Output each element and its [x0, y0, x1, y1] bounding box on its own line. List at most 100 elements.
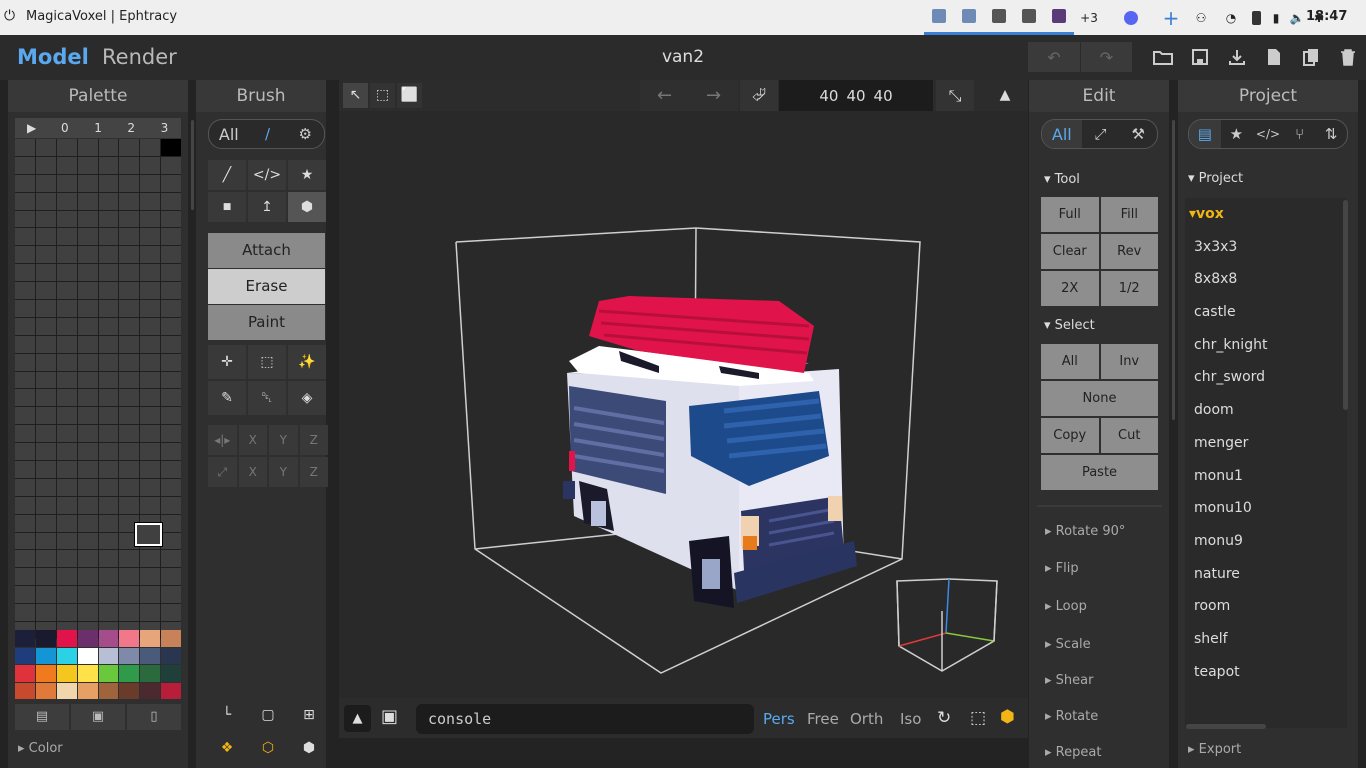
half-button[interactable]: 1/2 — [1100, 271, 1158, 306]
palette-cell[interactable] — [161, 478, 181, 496]
new-file-icon[interactable] — [1255, 42, 1292, 72]
palette-cell[interactable] — [161, 461, 181, 478]
palette-cell[interactable] — [140, 246, 161, 264]
palette-cell[interactable] — [15, 139, 35, 156]
palette-cell[interactable] — [35, 210, 56, 228]
palette-cell[interactable] — [56, 425, 77, 443]
palette-cell[interactable] — [56, 246, 77, 264]
palette-cell[interactable] — [140, 586, 161, 604]
palette-cell[interactable] — [77, 461, 98, 478]
erase-button[interactable]: Erase — [208, 269, 325, 304]
palette-cell[interactable] — [15, 407, 35, 425]
palette-cell[interactable] — [119, 210, 140, 228]
project-item[interactable]: doom — [1185, 394, 1347, 427]
brush-settings-icon[interactable]: ⚙ — [286, 120, 324, 148]
collapse-toolbar-icon[interactable]: ▲ — [986, 80, 1024, 111]
taskbar-app-5-icon[interactable] — [1044, 0, 1074, 35]
rotate90-fold[interactable]: ▸ Rotate 90° — [1045, 524, 1125, 539]
palette-cell[interactable] — [15, 550, 35, 568]
palette-cell[interactable] — [140, 568, 161, 586]
world-view-icon[interactable]: ❖ — [208, 733, 246, 763]
palette-cell[interactable] — [161, 604, 181, 622]
project-branch-icon[interactable]: ⑂ — [1284, 120, 1316, 148]
palette-cell[interactable] — [161, 371, 181, 389]
palette-cell[interactable] — [77, 317, 98, 335]
palette-cell[interactable] — [77, 246, 98, 264]
palette-cell[interactable] — [77, 550, 98, 568]
palette-cell[interactable] — [98, 425, 119, 443]
palette-cell[interactable] — [77, 425, 98, 443]
palette-cell[interactable] — [98, 496, 119, 514]
console-toggle-icon[interactable]: ▲ — [344, 705, 371, 732]
line-brush-icon[interactable]: ╱ — [208, 160, 246, 190]
axis-gizmo[interactable] — [896, 578, 998, 672]
select-none-button[interactable]: None — [1041, 381, 1158, 416]
magic-wand-icon[interactable]: ✨ — [288, 345, 326, 379]
palette-color[interactable] — [15, 665, 35, 682]
palette-cell[interactable] — [35, 407, 56, 425]
palette-cell[interactable] — [15, 210, 35, 228]
palette-cell[interactable] — [15, 335, 35, 353]
palette-cell[interactable] — [56, 461, 77, 478]
project-folder-icon[interactable]: ▤ — [1189, 120, 1221, 148]
project-item[interactable]: menger — [1185, 427, 1347, 460]
palette-cell[interactable] — [77, 514, 98, 532]
palette-cell[interactable] — [119, 371, 140, 389]
palette-cell[interactable] — [15, 353, 35, 371]
palette-cell[interactable] — [56, 264, 77, 282]
palette-cell[interactable] — [161, 443, 181, 461]
palette-cell[interactable] — [98, 389, 119, 407]
palette-cell[interactable] — [56, 478, 77, 496]
palette-tab-1[interactable]: 1 — [81, 118, 114, 138]
palette-cell[interactable] — [140, 264, 161, 282]
reset-view-icon[interactable]: ↻ — [937, 708, 951, 728]
palette-cell[interactable] — [77, 443, 98, 461]
palette-color[interactable] — [98, 682, 119, 699]
palette-cell[interactable] — [77, 264, 98, 282]
palette-cell[interactable] — [161, 496, 181, 514]
palette-cell[interactable] — [56, 407, 77, 425]
palette-cell[interactable] — [35, 550, 56, 568]
save-icon[interactable] — [1181, 42, 1218, 72]
palette-color[interactable] — [77, 665, 98, 682]
layout-quad-icon[interactable]: ⊞ — [290, 700, 328, 730]
palette-cell[interactable] — [56, 228, 77, 246]
palette-cell[interactable] — [56, 335, 77, 353]
palette-cell[interactable] — [140, 550, 161, 568]
palette-cell[interactable] — [140, 228, 161, 246]
palette-cell[interactable] — [56, 353, 77, 371]
palette-cell[interactable] — [35, 246, 56, 264]
brush-paint-icon[interactable]: ∕ — [249, 120, 287, 148]
palette-color[interactable] — [77, 630, 98, 647]
palette-cell[interactable] — [119, 496, 140, 514]
palette-cell[interactable] — [119, 228, 140, 246]
palette-cell[interactable] — [98, 246, 119, 264]
palette-cell[interactable] — [140, 443, 161, 461]
palette-color[interactable] — [119, 682, 140, 699]
edit-resize-icon[interactable]: ⤢ — [1082, 120, 1120, 148]
palette-color[interactable] — [98, 665, 119, 682]
palette-cell[interactable] — [56, 586, 77, 604]
star-brush-icon[interactable]: ★ — [288, 160, 326, 190]
palette-cell[interactable] — [56, 389, 77, 407]
pointer-icon[interactable]: ↖ — [343, 83, 368, 108]
palette-cell[interactable] — [56, 139, 77, 156]
palette-cell[interactable] — [56, 174, 77, 192]
dim-x-field[interactable]: 40 — [819, 87, 838, 105]
voxel-scene[interactable] — [339, 111, 1028, 698]
palette-cell[interactable] — [15, 174, 35, 192]
palette-tab-2[interactable]: 2 — [115, 118, 148, 138]
palette-cell[interactable] — [15, 568, 35, 586]
paint-button[interactable]: Paint — [208, 305, 325, 340]
select-all-button[interactable]: All — [1041, 344, 1099, 379]
palette-cell[interactable] — [15, 461, 35, 478]
palette-cell[interactable] — [56, 282, 77, 300]
edit-all-button[interactable]: All — [1042, 120, 1082, 148]
palette-color[interactable] — [35, 630, 56, 647]
palette-cell[interactable] — [161, 228, 181, 246]
palette-cell[interactable] — [77, 389, 98, 407]
palette-cell[interactable] — [98, 335, 119, 353]
project-item[interactable]: chr_knight — [1185, 329, 1347, 362]
palette-cell[interactable] — [35, 425, 56, 443]
view-mode-orth[interactable]: Orth — [850, 710, 883, 728]
